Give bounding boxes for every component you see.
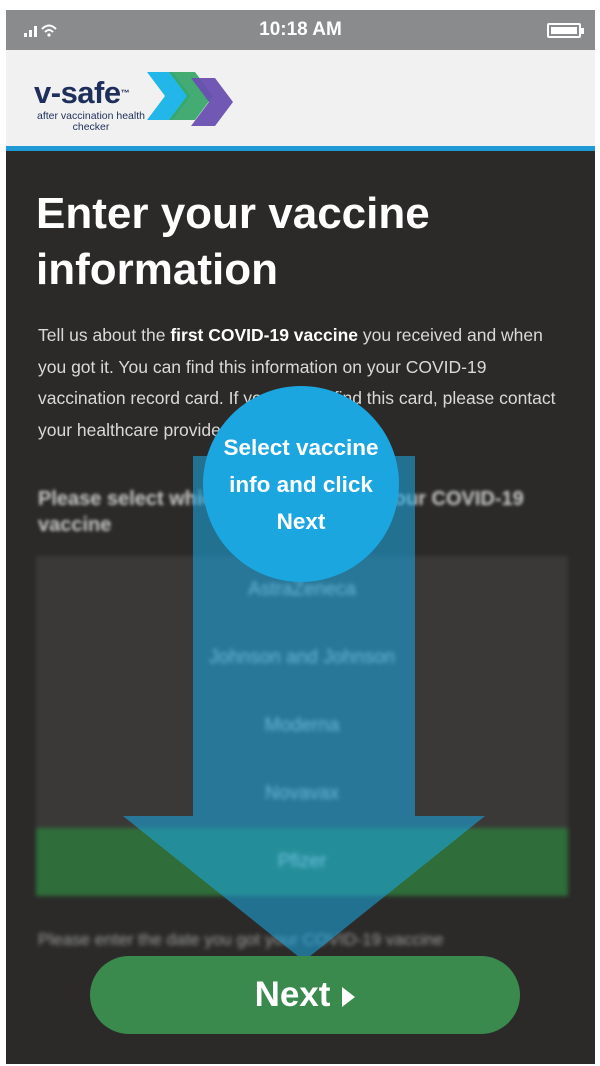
phone-screen: 10:18 AM v-safe™ after vaccination healt… (6, 10, 595, 1064)
next-button-label: Next (254, 975, 331, 1014)
logo-wordmark: v-safe™ (34, 75, 130, 110)
status-time: 10:18 AM (259, 19, 342, 40)
page-title: Enter your vaccine information (36, 189, 430, 294)
logo-chevrons-icon (147, 72, 233, 126)
battery-icon (547, 23, 584, 38)
app-header: v-safe™ after vaccination health checker (6, 50, 595, 151)
play-right-icon (342, 987, 356, 1007)
logo-tagline: after vaccination health checker (37, 110, 145, 133)
status-bar: 10:18 AM (6, 10, 595, 50)
main-content: Enter your vaccine information Tell us a… (6, 156, 595, 1064)
hint-bubble: Select vaccine info and click Next (203, 386, 399, 582)
next-button[interactable]: Next (90, 956, 520, 1034)
